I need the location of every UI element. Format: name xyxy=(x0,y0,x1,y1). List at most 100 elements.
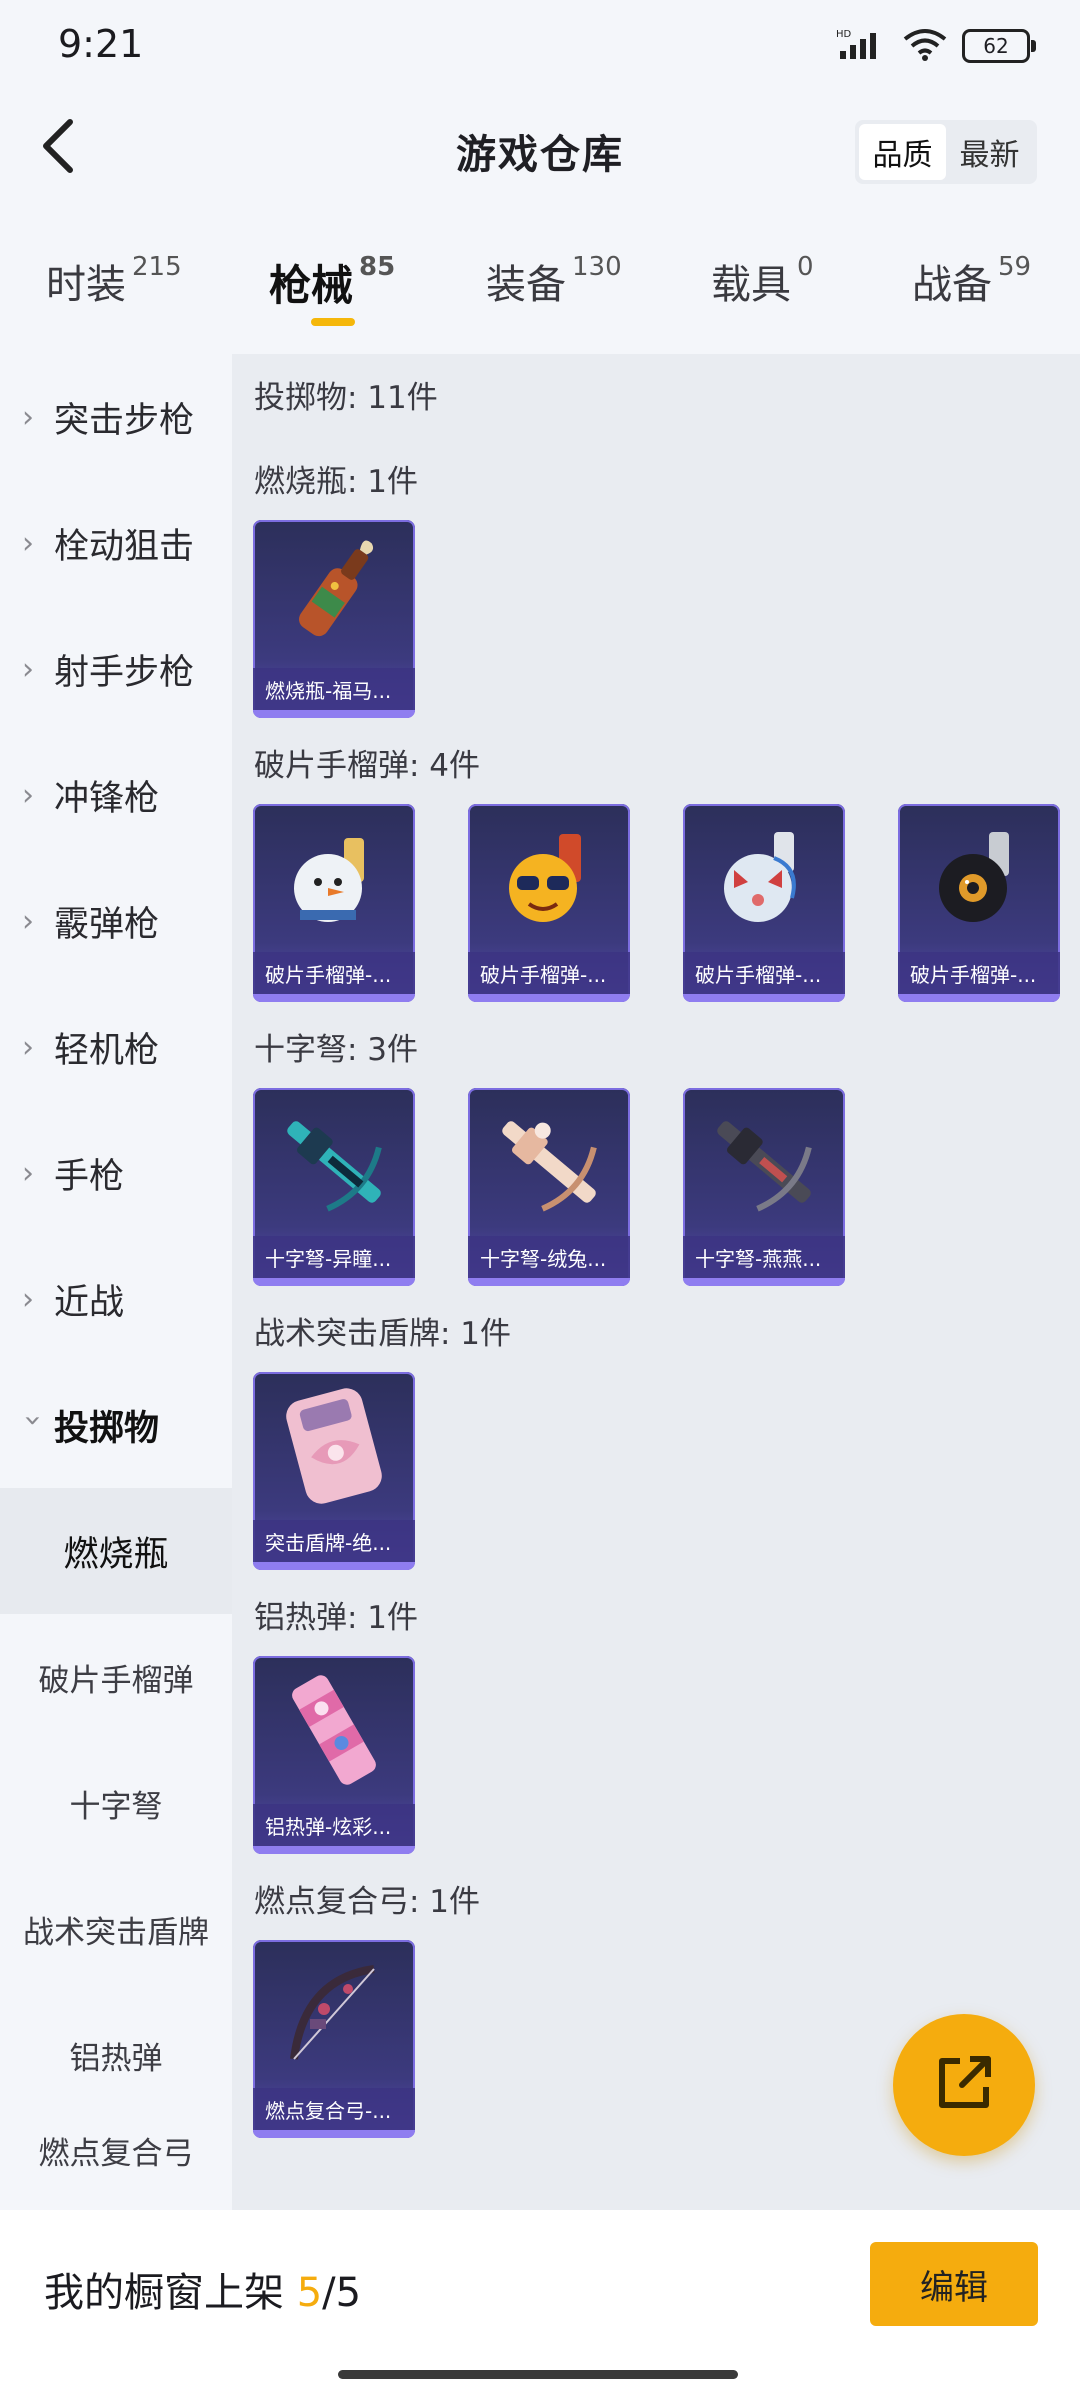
tab-count: 59 xyxy=(998,252,1032,282)
sidebar-sub-label: 燃烧瓶 xyxy=(63,1534,169,1575)
rarity-strip xyxy=(683,994,845,1002)
sidebar-item-smg[interactable]: › 冲锋枪 xyxy=(0,732,232,858)
sidebar-item-label: 冲锋枪 xyxy=(54,778,160,819)
item-card[interactable]: 燃点复合弓-... xyxy=(253,1940,415,2138)
sidebar-sub-assault-shield[interactable]: 战术突击盾牌 xyxy=(0,1866,232,1992)
category-sidebar: › 突击步枪 › 栓动狙击 › 射手步枪 › 冲锋枪 › 霰弹枪 › 轻机枪 › 手枪 › 近战… xyxy=(0,354,232,2210)
group-label-assault-shield: 战术突击盾牌: 1件 xyxy=(254,1316,512,1352)
group-label-compound-bow: 燃点复合弓: 1件 xyxy=(254,1884,481,1920)
sidebar-item-label: 手枪 xyxy=(54,1156,125,1197)
rarity-strip xyxy=(253,1562,415,1570)
sidebar-item-label: 射手步枪 xyxy=(54,652,195,693)
sidebar-item-label: 栓动狙击 xyxy=(54,526,195,567)
tab-guns[interactable]: 枪械 85 xyxy=(269,252,395,313)
tab-vehicles[interactable]: 载具 0 xyxy=(711,252,814,310)
sidebar-sub-crossbow[interactable]: 十字弩 xyxy=(0,1740,232,1866)
tab-count: 85 xyxy=(359,252,396,282)
chevron-down-icon: › xyxy=(15,1414,51,1426)
sort-quality-button[interactable]: 品质 xyxy=(859,124,946,180)
item-card[interactable]: 燃烧瓶-福马... xyxy=(253,520,415,718)
rarity-strip xyxy=(253,1846,415,1854)
thermite-icon xyxy=(253,1656,415,1804)
category-summary: 投掷物: 11件 xyxy=(254,380,438,416)
item-card-title: 破片手榴弹-... xyxy=(898,952,1060,994)
item-card[interactable]: 铝热弹-炫彩... xyxy=(253,1656,415,1854)
chevron-right-icon: › xyxy=(22,1155,34,1191)
item-card-title: 铝热弹-炫彩... xyxy=(253,1804,415,1846)
battery-icon: 62 xyxy=(962,29,1036,63)
group-label-crossbow: 十字弩: 3件 xyxy=(254,1032,419,1068)
sidebar-sub-molotov[interactable]: 燃烧瓶 xyxy=(0,1488,232,1614)
group-label-molotov: 燃烧瓶: 1件 xyxy=(254,464,419,500)
item-card-title: 破片手榴弹-... xyxy=(253,952,415,994)
sidebar-item-label: 霰弹枪 xyxy=(54,904,160,945)
item-card[interactable]: 突击盾牌-绝... xyxy=(253,1372,415,1570)
chevron-right-icon: › xyxy=(22,1029,34,1065)
pink-shield-icon xyxy=(253,1372,415,1520)
sidebar-sub-label: 十字弩 xyxy=(69,1788,163,1825)
share-button[interactable] xyxy=(893,2014,1035,2156)
chevron-right-icon: › xyxy=(22,903,34,939)
group-label-frag-grenade: 破片手榴弹: 4件 xyxy=(254,748,481,784)
bunny-crossbow-icon xyxy=(468,1088,630,1236)
sidebar-sub-label: 燃点复合弓 xyxy=(38,2136,194,2172)
item-card[interactable]: 破片手榴弹-... xyxy=(898,804,1060,1002)
sort-toggle[interactable]: 品质 最新 xyxy=(855,120,1037,184)
tab-label: 枪械 xyxy=(269,261,354,310)
rarity-strip xyxy=(253,2130,415,2138)
item-card[interactable]: 破片手榴弹-... xyxy=(468,804,630,1002)
rarity-strip xyxy=(253,710,415,718)
chevron-right-icon: › xyxy=(22,525,34,561)
sidebar-item-shotgun[interactable]: › 霰弹枪 xyxy=(0,858,232,984)
wifi-icon xyxy=(902,27,948,65)
home-indicator[interactable] xyxy=(338,2370,738,2379)
sunglasses-grenade-icon xyxy=(468,804,630,952)
chevron-right-icon: › xyxy=(22,399,34,435)
sidebar-item-melee[interactable]: › 近战 xyxy=(0,1236,232,1362)
item-card[interactable]: 十字弩-燕燕... xyxy=(683,1088,845,1286)
sidebar-item-assault-rifle[interactable]: › 突击步枪 xyxy=(0,354,232,480)
sidebar-item-pistol[interactable]: › 手枪 xyxy=(0,1110,232,1236)
showcase-current-count: 5 xyxy=(296,2270,323,2316)
sidebar-sub-compound-bow[interactable]: 燃点复合弓 xyxy=(0,2118,232,2210)
showcase-label: 我的橱窗上架 xyxy=(44,2270,284,2316)
fox-mask-grenade-icon xyxy=(683,804,845,952)
tab-label: 装备 xyxy=(486,262,566,308)
item-card-title: 突击盾牌-绝... xyxy=(253,1520,415,1562)
tab-label: 时装 xyxy=(46,262,126,308)
sidebar-sub-label: 铝热弹 xyxy=(69,2040,163,2077)
tab-label: 载具 xyxy=(711,262,791,308)
sidebar-sub-label: 战术突击盾牌 xyxy=(23,1914,209,1951)
item-card-title: 燃烧瓶-福马... xyxy=(253,668,415,710)
item-card-title: 十字弩-燕燕... xyxy=(683,1236,845,1278)
item-card[interactable]: 破片手榴弹-... xyxy=(253,804,415,1002)
sort-latest-button[interactable]: 最新 xyxy=(946,124,1033,180)
rarity-strip xyxy=(253,1278,415,1286)
sidebar-item-bolt-sniper[interactable]: › 栓动狙击 xyxy=(0,480,232,606)
tab-fashion[interactable]: 时装 215 xyxy=(46,252,182,310)
tab-tactical[interactable]: 战备 59 xyxy=(912,252,1031,310)
item-card-title: 十字弩-异瞳... xyxy=(253,1236,415,1278)
sidebar-item-lmg[interactable]: › 轻机枪 xyxy=(0,984,232,1110)
sidebar-item-marksman-rifle[interactable]: › 射手步枪 xyxy=(0,606,232,732)
tab-equipment[interactable]: 装备 130 xyxy=(486,252,622,310)
tab-count: 215 xyxy=(132,252,182,282)
sidebar-sub-thermite[interactable]: 铝热弹 xyxy=(0,1992,232,2118)
sidebar-item-throwables[interactable]: › 投掷物 xyxy=(0,1362,232,1488)
edit-button[interactable]: 编辑 xyxy=(870,2242,1038,2326)
item-card-title: 破片手榴弹-... xyxy=(683,952,845,994)
swallow-crossbow-icon xyxy=(683,1088,845,1236)
chevron-right-icon: › xyxy=(22,777,34,813)
sidebar-sub-frag-grenade[interactable]: 破片手榴弹 xyxy=(0,1614,232,1740)
sidebar-item-label: 近战 xyxy=(54,1282,125,1323)
item-card[interactable]: 破片手榴弹-... xyxy=(683,804,845,1002)
item-card[interactable]: 十字弩-绒兔... xyxy=(468,1088,630,1286)
chevron-right-icon: › xyxy=(22,1281,34,1317)
sidebar-item-label: 突击步枪 xyxy=(54,400,195,441)
compound-bow-icon xyxy=(253,1940,415,2088)
rarity-strip xyxy=(683,1278,845,1286)
rarity-strip xyxy=(468,994,630,1002)
item-card[interactable]: 十字弩-异瞳... xyxy=(253,1088,415,1286)
molotov-icon xyxy=(253,520,415,668)
sidebar-item-label: 轻机枪 xyxy=(54,1030,160,1071)
